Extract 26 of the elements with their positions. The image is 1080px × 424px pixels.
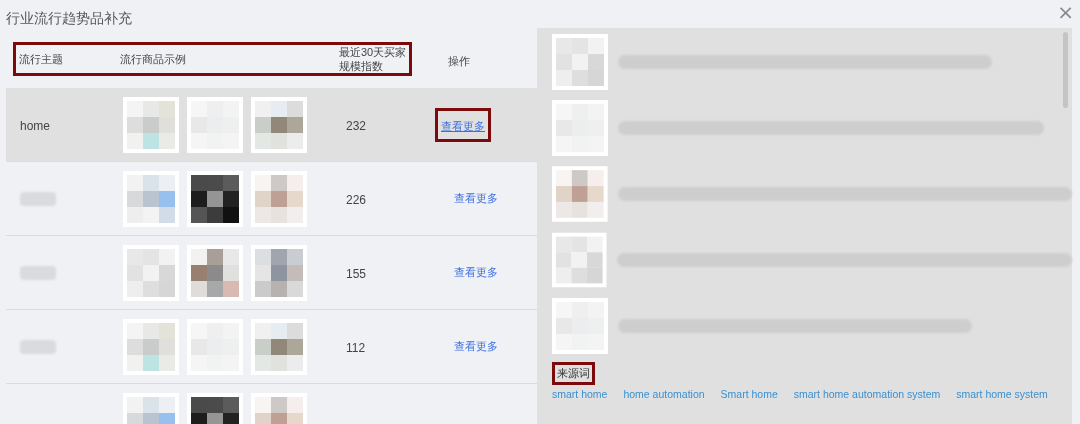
keyword-link[interactable]: smart home (552, 388, 608, 400)
table-cell: home (20, 118, 51, 133)
close-button[interactable]: × (1051, 0, 1080, 24)
keyword-link[interactable]: smart home automation system (793, 388, 941, 400)
table-row[interactable]: 112 查看更多 (6, 310, 537, 384)
table-cell: 232 (346, 118, 367, 133)
keyword-link[interactable]: smart home system (956, 388, 1048, 400)
keyword-link[interactable]: home automation (623, 388, 705, 400)
table-cell: 155 (346, 266, 367, 281)
scrollbar[interactable] (1063, 32, 1068, 108)
view-more-link[interactable]: 查看更多 (448, 331, 504, 362)
keyword-link[interactable]: Smart home (720, 388, 778, 400)
table-cell: 226 (346, 192, 367, 207)
table-row[interactable]: home 232 查看更多 (6, 88, 537, 162)
column-header: 最近30天买家规模指数 (339, 45, 408, 73)
column-header: 操作 (448, 54, 470, 69)
column-header: 流行主题 (18, 51, 64, 67)
table-row[interactable]: 155 查看更多 (6, 236, 537, 310)
table-row[interactable]: 226 查看更多 (6, 162, 537, 236)
source-label: 来源词 (552, 362, 595, 385)
table-cell: 112 (346, 340, 366, 355)
dialog-title: 行业流行趋势品补充 (6, 9, 133, 28)
view-more-link[interactable]: 查看更多 (448, 257, 504, 288)
view-more-link[interactable]: 查看更多 (441, 118, 485, 134)
view-more-link[interactable]: 查看更多 (448, 183, 504, 214)
column-header: 流行商品示例 (120, 51, 187, 67)
